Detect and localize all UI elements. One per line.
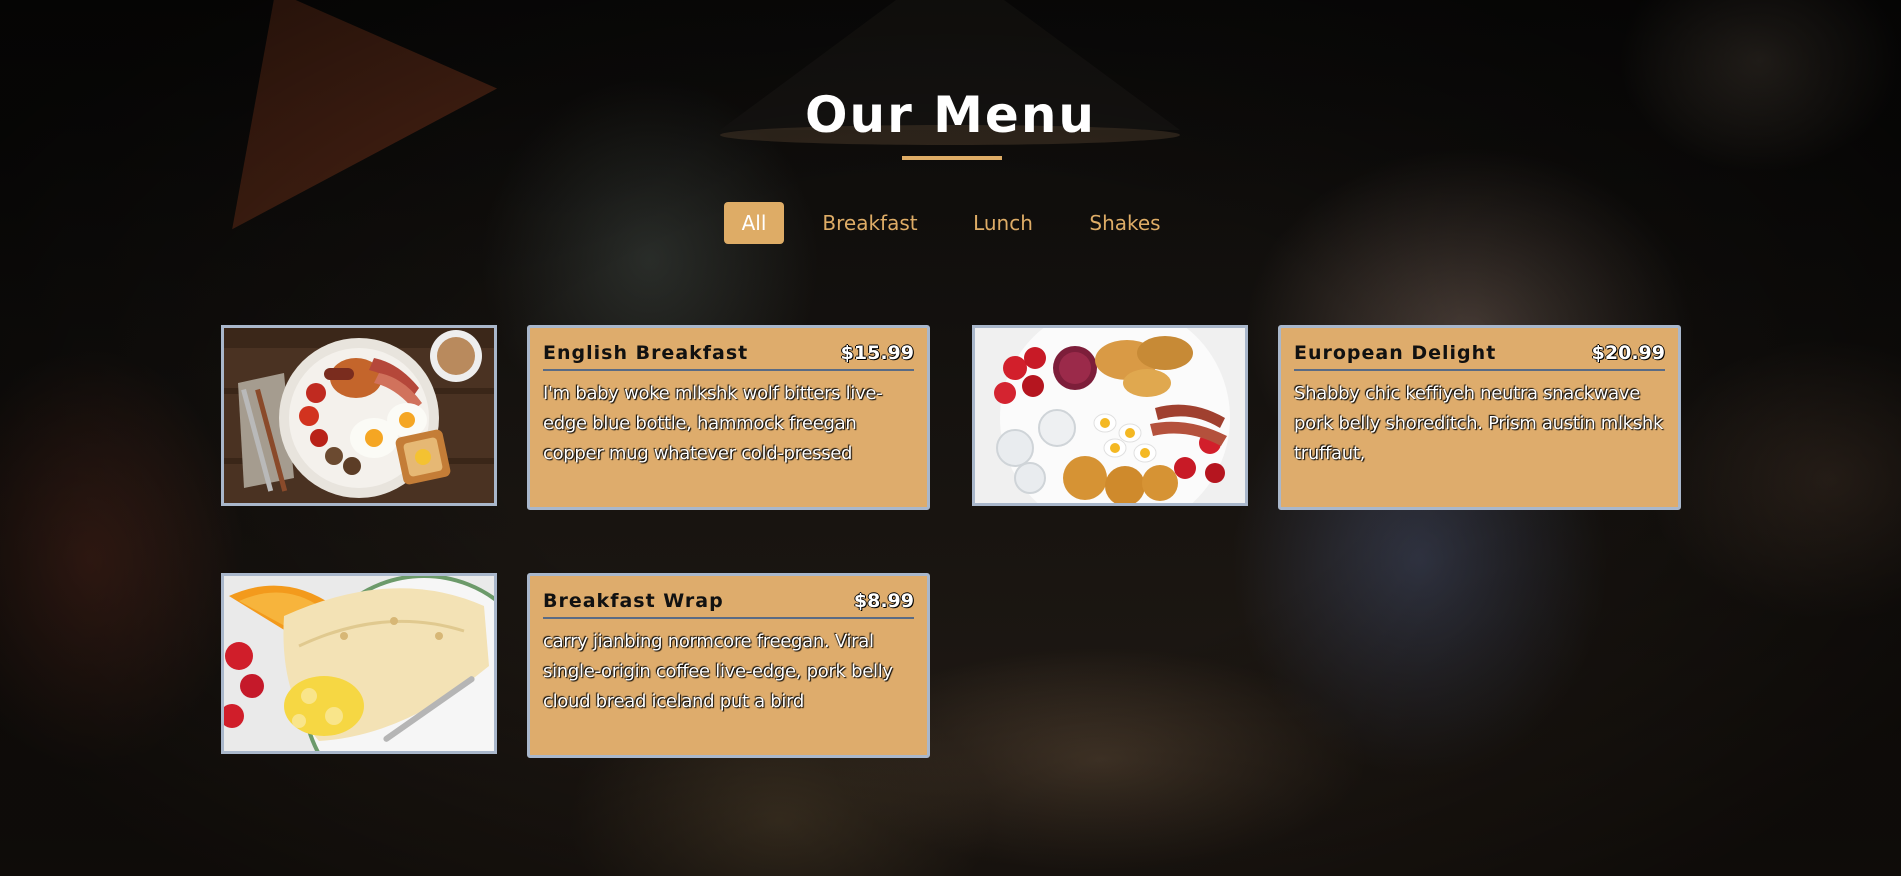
title-underline <box>902 156 1002 160</box>
menu-item-price: $15.99 <box>840 342 914 364</box>
european-delight-image <box>972 325 1248 506</box>
menu-item-header: European Delight $20.99 <box>1294 342 1665 371</box>
menu-item-price: $8.99 <box>853 590 914 612</box>
menu-item-description: carry jianbing normcore freegan. Viral s… <box>543 631 893 712</box>
menu-item-card: European Delight $20.99 Shabby chic keff… <box>1278 325 1681 510</box>
menu-item-name: Breakfast Wrap <box>543 590 724 612</box>
menu-item-header: Breakfast Wrap $8.99 <box>543 590 914 619</box>
menu-filter-tabs: All Breakfast Lunch Shakes <box>0 202 1901 244</box>
menu-item-card: English Breakfast $15.99 I'm baby woke m… <box>527 325 930 510</box>
menu-item-header: English Breakfast $15.99 <box>543 342 914 371</box>
menu-item-card: Breakfast Wrap $8.99 carry jianbing norm… <box>527 573 930 758</box>
menu-item-name: English Breakfast <box>543 342 749 364</box>
menu-item-description: I'm baby woke mlkshk wolf bitters live-e… <box>543 383 883 464</box>
filter-all-button[interactable]: All <box>724 202 784 244</box>
filter-lunch-button[interactable]: Lunch <box>962 202 1044 244</box>
menu-item-name: European Delight <box>1294 342 1497 364</box>
breakfast-wrap-image <box>221 573 497 754</box>
page-title: Our Menu <box>804 86 1097 144</box>
menu-item-description: Shabby chic keffiyeh neutra snackwave po… <box>1294 383 1664 464</box>
filter-breakfast-button[interactable]: Breakfast <box>810 202 930 244</box>
menu-item-price: $20.99 <box>1591 342 1665 364</box>
filter-shakes-button[interactable]: Shakes <box>1080 202 1170 244</box>
english-breakfast-image <box>221 325 497 506</box>
